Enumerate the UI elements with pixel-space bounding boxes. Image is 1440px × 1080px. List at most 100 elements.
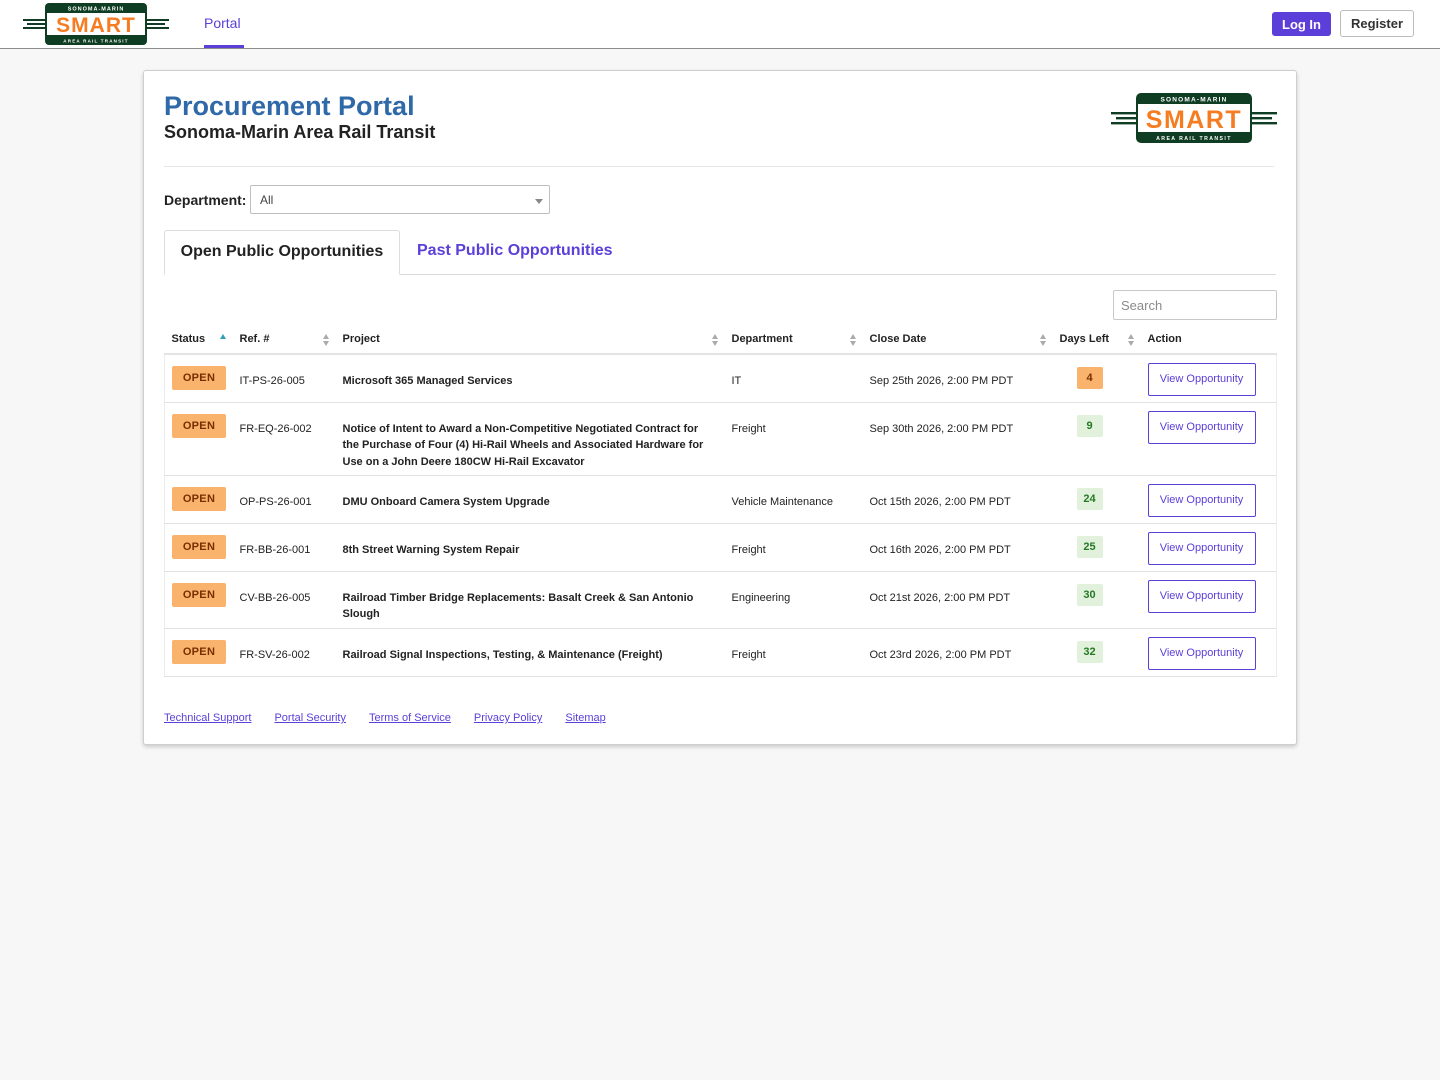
opportunities-table: Status Ref. # Project Department Close D…	[164, 325, 1277, 677]
footer-link-terms-of-service[interactable]: Terms of Service	[369, 712, 451, 724]
tab-open-opportunities[interactable]: Open Public Opportunities	[164, 230, 400, 275]
status-badge: OPEN	[172, 534, 226, 559]
sort-icon	[322, 334, 330, 346]
days-left-badge: 4	[1076, 367, 1103, 389]
department-select-value: All	[260, 193, 274, 207]
footer-link-portal-security[interactable]: Portal Security	[274, 712, 346, 724]
page-subtitle: Sonoma-Marin Area Rail Transit	[164, 122, 436, 142]
column-header-label: Status	[171, 333, 206, 345]
logo-main-text: SMART	[56, 14, 136, 37]
column-header-action: Action	[1140, 325, 1277, 355]
status-badge: OPEN	[172, 486, 226, 511]
department-name: Engineering	[731, 591, 791, 604]
table-row: OPEN IT-PS-26-005 Microsoft 365 Managed …	[164, 354, 1277, 402]
footer-link-sitemap[interactable]: Sitemap	[565, 712, 605, 724]
status-badge: OPEN	[172, 639, 226, 664]
sort-icon	[849, 334, 857, 346]
smart-logo[interactable]: SONOMA-MARIN SMART AREA RAIL TRANSIT	[23, 2, 169, 46]
close-date: Sep 25th 2026, 2:00 PM PDT	[869, 375, 1014, 387]
search-input[interactable]	[1113, 290, 1277, 320]
column-header-label: Action	[1147, 333, 1182, 345]
logo-large-bottom-text: AREA RAIL TRANSIT	[1156, 136, 1232, 142]
close-date: Sep 30th 2026, 2:00 PM PDT	[869, 422, 1014, 435]
view-opportunity-button[interactable]: View Opportunity	[1147, 410, 1256, 444]
sort-icon	[711, 334, 719, 346]
column-header-project[interactable]: Project	[335, 325, 725, 355]
nav-portal-link[interactable]: Portal	[204, 0, 241, 48]
top-navbar: SONOMA-MARIN SMART AREA RAIL TRANSIT Por…	[0, 0, 1440, 49]
days-left-badge: 24	[1076, 487, 1103, 510]
status-badge: OPEN	[172, 366, 226, 390]
days-left-badge: 9	[1076, 414, 1103, 437]
view-opportunity-button[interactable]: View Opportunity	[1147, 483, 1256, 517]
department-label: Department:	[164, 192, 247, 208]
sort-icon	[1039, 334, 1047, 346]
logo-bottom-text: AREA RAIL TRANSIT	[63, 39, 128, 44]
department-name: Vehicle Maintenance	[731, 495, 834, 508]
column-header-close-date[interactable]: Close Date	[862, 325, 1053, 355]
tab-past-opportunities[interactable]: Past Public Opportunities	[417, 230, 613, 275]
column-header-label: Project	[342, 333, 380, 345]
chevron-down-icon	[535, 199, 543, 204]
logo-top-text: SONOMA-MARIN	[68, 7, 125, 13]
close-date: Oct 21st 2026, 2:00 PM PDT	[869, 591, 1011, 604]
view-opportunity-button[interactable]: View Opportunity	[1147, 531, 1256, 565]
department-name: IT	[731, 375, 742, 387]
ref-number: FR-BB-26-001	[239, 543, 311, 556]
nav-active-indicator	[204, 45, 244, 48]
column-header-label: Days Left	[1059, 333, 1110, 345]
days-left-badge: 25	[1076, 535, 1103, 558]
logo-large-main-text: SMART	[1146, 106, 1242, 134]
footer-links: Technical Support Portal Security Terms …	[164, 712, 606, 724]
ref-number: OP-PS-26-001	[239, 495, 312, 508]
table-row: OPEN FR-SV-26-002 Railroad Signal Inspec…	[164, 628, 1277, 676]
days-left-badge: 32	[1076, 640, 1103, 663]
ref-number: FR-EQ-26-002	[239, 422, 312, 435]
department-select[interactable]: All	[250, 185, 550, 214]
view-opportunity-button[interactable]: View Opportunity	[1147, 636, 1256, 670]
project-name: Notice of Intent to Award a Non-Competit…	[342, 422, 704, 468]
table-row: OPEN FR-BB-26-001 8th Street Warning Sys…	[164, 523, 1277, 571]
project-name: DMU Onboard Camera System Upgrade	[342, 495, 550, 508]
project-name: Railroad Timber Bridge Replacements: Bas…	[342, 591, 694, 621]
sort-icon	[1127, 334, 1135, 346]
ref-number: IT-PS-26-005	[239, 375, 305, 387]
column-header-department[interactable]: Department	[724, 325, 863, 355]
project-name: Microsoft 365 Managed Services	[342, 375, 513, 387]
department-name: Freight	[731, 543, 766, 556]
project-name: Railroad Signal Inspections, Testing, & …	[342, 648, 663, 661]
table-row: OPEN FR-EQ-26-002 Notice of Intent to Aw…	[164, 402, 1277, 475]
close-date: Oct 15th 2026, 2:00 PM PDT	[869, 495, 1011, 508]
register-button[interactable]: Register	[1340, 10, 1414, 37]
sort-ascending-icon	[219, 334, 227, 346]
column-header-label: Close Date	[869, 333, 927, 345]
footer-link-privacy-policy[interactable]: Privacy Policy	[474, 712, 542, 724]
ref-number: FR-SV-26-002	[239, 648, 310, 661]
department-name: Freight	[731, 648, 766, 661]
view-opportunity-button[interactable]: View Opportunity	[1147, 579, 1256, 613]
table-header-row: Status Ref. # Project Department Close D…	[164, 325, 1277, 355]
view-opportunity-button[interactable]: View Opportunity	[1147, 363, 1256, 396]
days-left-badge: 30	[1076, 583, 1103, 606]
close-date: Oct 23rd 2026, 2:00 PM PDT	[869, 648, 1012, 661]
logo-large-top-text: SONOMA-MARIN	[1160, 97, 1227, 104]
column-header-label: Department	[731, 333, 793, 345]
column-header-ref[interactable]: Ref. #	[232, 325, 336, 355]
ref-number: CV-BB-26-005	[239, 591, 311, 604]
column-header-days-left[interactable]: Days Left	[1052, 325, 1141, 355]
header-divider	[164, 166, 1274, 167]
project-name: 8th Street Warning System Repair	[342, 543, 520, 556]
table-row: OPEN OP-PS-26-001 DMU Onboard Camera Sys…	[164, 475, 1277, 523]
table-row: OPEN CV-BB-26-005 Railroad Timber Bridge…	[164, 571, 1277, 628]
status-badge: OPEN	[172, 413, 226, 438]
smart-logo-large: SONOMA-MARIN SMART AREA RAIL TRANSIT	[1111, 93, 1277, 143]
page-title: Procurement Portal	[164, 91, 415, 121]
column-header-label: Ref. #	[239, 333, 270, 345]
close-date: Oct 16th 2026, 2:00 PM PDT	[869, 543, 1011, 556]
login-button[interactable]: Log In	[1272, 12, 1331, 36]
department-name: Freight	[731, 422, 766, 435]
column-header-status[interactable]: Status	[164, 325, 233, 355]
status-badge: OPEN	[172, 582, 226, 607]
footer-link-technical-support[interactable]: Technical Support	[164, 712, 251, 724]
procurement-card: Procurement Portal Sonoma-Marin Area Rai…	[143, 70, 1297, 745]
